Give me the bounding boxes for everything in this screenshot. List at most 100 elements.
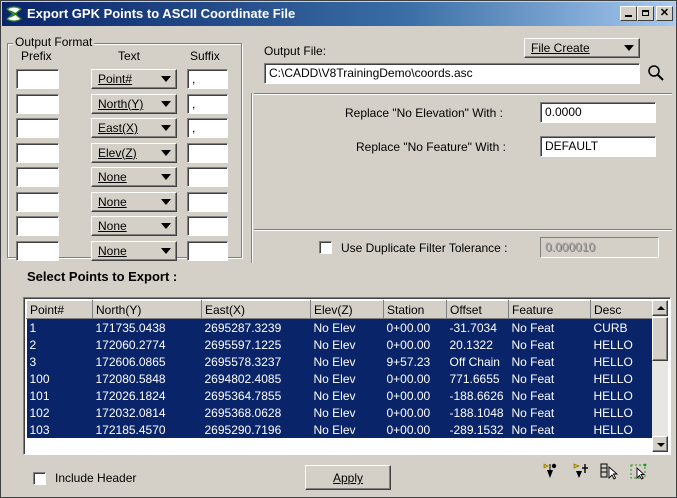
table-cell: 103 [26,421,93,438]
column-header[interactable]: Elev(Z) [310,300,384,319]
text-column-header: Text [118,49,141,63]
table-row[interactable]: 3 172606.0865 2695578.3237 No Elev 9+57.23 Of… [26,353,653,370]
table-row[interactable]: 102 172032.0814 2695368.0628 No Elev 0+00.00… [26,404,653,421]
table-row[interactable]: 1 171735.0438 2695287.3239 No Elev 0+00.00 -3… [26,318,653,336]
prefix-input[interactable] [16,93,59,114]
points-table: Point# North(Y) East(X) Elev(Z) Station Offse… [26,300,653,438]
table-cell: 172185.4570 [92,421,202,438]
text-field-dropdown[interactable]: Elev(Z) [91,142,177,163]
table-row[interactable]: 103 172185.4570 2695290.7196 No Elev 0+00.00… [26,421,653,438]
maximize-button[interactable] [637,6,654,21]
table-cell: 172606.0865 [92,353,202,370]
table-cell: 2695290.7196 [201,421,311,438]
text-field-dropdown[interactable]: None [91,191,177,212]
text-field-dropdown[interactable]: None [91,240,177,261]
suffix-input[interactable] [187,240,228,261]
points-list[interactable]: Point# North(Y) East(X) Elev(Z) Station Offse… [23,297,671,455]
file-mode-dropdown[interactable]: File Create [524,38,640,58]
table-row[interactable]: 101 172026.1824 2695364.7855 No Elev 0+00.00… [26,387,653,404]
divider [251,93,253,263]
replace-elevation-input[interactable]: 0.0000 [540,102,656,123]
column-header[interactable]: Station [383,300,447,319]
duplicate-tolerance-value: 0.000010 [545,240,596,254]
chevron-down-icon [161,76,171,82]
title-bar[interactable]: Export GPK Points to ASCII Coordinate Fi… [2,2,675,26]
fence-select-icon[interactable] [629,461,649,481]
table-cell: HELLO [590,421,653,438]
prefix-input[interactable] [16,191,59,212]
prefix-input[interactable] [16,118,59,138]
table-row[interactable]: 100 172080.5848 2694802.4085 No Elev 0+00.00… [26,370,653,387]
table-row[interactable]: 2 172060.2774 2695597.1225 No Elev 0+00.00 20… [26,336,653,353]
table-cell: No Elev [310,370,384,387]
text-field-dropdown[interactable]: Point# [91,69,177,89]
text-field-value: None [98,194,127,209]
include-header-checkbox[interactable] [33,472,46,485]
scroll-thumb[interactable] [652,317,668,361]
column-header[interactable]: East(X) [201,300,311,319]
suffix-input[interactable]: , [187,93,228,114]
select-element-icon[interactable] [599,461,619,481]
prefix-input[interactable] [16,216,59,236]
table-cell: No Feat [508,421,591,438]
text-field-dropdown[interactable]: None [91,167,177,187]
table-cell: 0+00.00 [383,336,447,353]
table-cell: 3 [26,353,93,370]
suffix-input[interactable] [187,167,228,187]
table-cell: HELLO [590,353,653,370]
prefix-input[interactable] [16,240,59,261]
replace-feature-value: DEFAULT [545,139,599,153]
minimize-button[interactable] [620,6,637,21]
table-cell: HELLO [590,370,653,387]
chevron-down-icon [161,223,171,229]
arrow-up-icon [657,306,665,310]
prefix-input[interactable] [16,142,59,163]
duplicate-tolerance-input[interactable]: 0.000010 [540,237,659,258]
text-field-value: Point# [98,72,133,86]
table-cell: No Elev [310,318,384,336]
suffix-input[interactable]: , [187,69,228,89]
column-header[interactable]: Feature [508,300,591,319]
table-cell: 2 [26,336,93,353]
table-cell: 2694802.4085 [201,370,311,387]
column-header[interactable]: North(Y) [92,300,202,319]
scroll-down-button[interactable] [652,436,668,452]
apply-button-label: Apply [332,471,364,485]
suffix-input[interactable] [187,142,228,163]
table-cell: 172080.5848 [92,370,202,387]
minimize-icon [625,15,632,17]
prefix-column-header: Prefix [21,49,52,63]
table-cell: 171735.0438 [92,318,202,336]
suffix-input[interactable]: , [187,118,228,138]
table-cell: 0+00.00 [383,421,447,438]
suffix-value: , [192,121,196,135]
replace-feature-input[interactable]: DEFAULT [540,136,656,157]
column-header[interactable]: Desc [590,300,653,319]
browse-search-icon[interactable] [646,63,666,83]
suffix-input[interactable] [187,191,228,212]
table-cell: CURB [590,318,653,336]
duplicate-filter-label: Use Duplicate Filter Tolerance : [341,241,508,255]
text-field-dropdown[interactable]: None [91,216,177,236]
text-field-dropdown[interactable]: North(Y) [91,93,177,114]
output-file-path-value: C:\CADD\V8TrainingDemo\coords.asc [269,66,473,80]
vertical-scrollbar[interactable] [652,300,668,452]
column-header[interactable]: Offset [446,300,509,319]
output-file-path-input[interactable]: C:\CADD\V8TrainingDemo\coords.asc [264,63,640,84]
table-cell: 101 [26,387,93,404]
apply-button[interactable]: Apply [305,465,391,490]
locate-point-icon[interactable] [541,461,561,481]
scroll-up-button[interactable] [652,300,668,316]
replace-elevation-value: 0.0000 [545,105,582,119]
prefix-input[interactable] [16,167,59,187]
identify-point-icon[interactable] [571,461,591,481]
suffix-input[interactable] [187,216,228,236]
window-title: Export GPK Points to ASCII Coordinate Fi… [27,6,296,21]
close-button[interactable]: ✕ [656,6,673,21]
text-field-value: East(X) [98,121,139,135]
text-field-dropdown[interactable]: East(X) [91,118,177,138]
prefix-input[interactable] [16,69,59,89]
table-cell: No Elev [310,353,384,370]
column-header[interactable]: Point# [26,300,93,319]
duplicate-filter-checkbox[interactable] [319,241,332,254]
